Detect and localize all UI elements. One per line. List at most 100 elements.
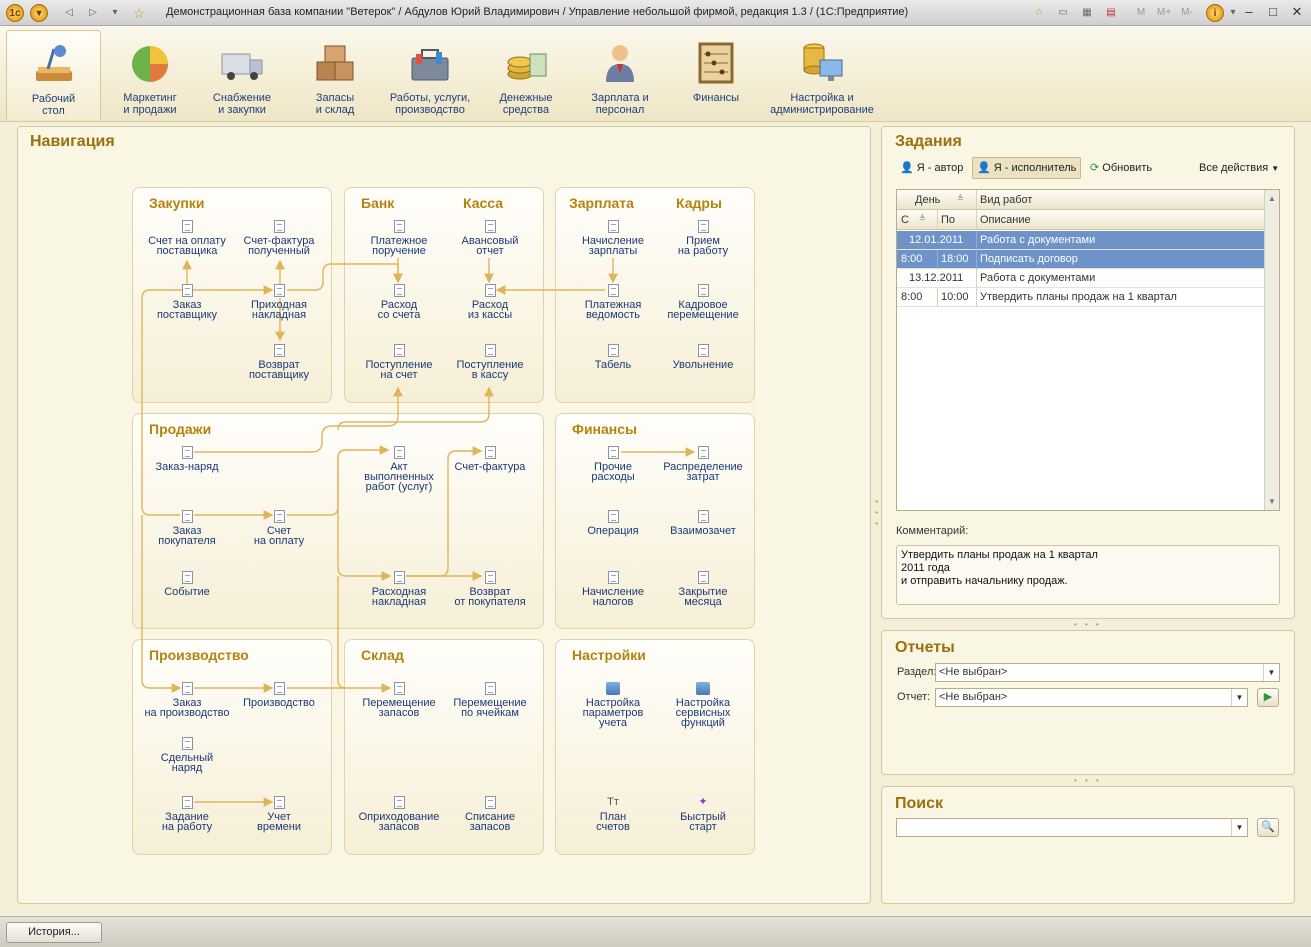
nav-item-uvolnenie[interactable]: Увольнение	[655, 344, 751, 371]
nav-item-oprikhodovanie-zapasov[interactable]: Оприходование запасов	[351, 796, 447, 833]
table-scrollbar[interactable]: ▲ ▼	[1264, 190, 1279, 510]
section-works[interactable]: Работы, услуги, производство	[384, 30, 476, 120]
nav-item-zakaz-naryad[interactable]: Заказ-наряд	[139, 446, 235, 473]
tasks-all-actions-button[interactable]: Все действия ▼	[1195, 157, 1283, 179]
tasks-author-button[interactable]: 👤 Я - автор	[896, 157, 967, 179]
nav-item-prikhodnaya-nakladnaya[interactable]: Приходная накладная	[231, 284, 327, 321]
nav-item-bystryy-start[interactable]: ✦ Быстрый старт	[655, 796, 751, 833]
horizontal-splitter[interactable]: • • •	[1074, 776, 1102, 785]
section-desktop[interactable]: Рабочий стол	[6, 30, 101, 120]
column-header-description[interactable]: Описание	[980, 214, 1031, 226]
nav-item-nastroyka-parametrov-ucheta[interactable]: Настройка параметров учета	[565, 682, 661, 729]
history-dropdown-icon[interactable]: ▾	[106, 4, 124, 22]
tasks-refresh-button[interactable]: ⟳ Обновить	[1086, 157, 1156, 179]
back-arrow-icon[interactable]: ◁	[60, 4, 78, 22]
nav-item-plan-schetov[interactable]: Тт План счетов	[565, 796, 661, 833]
calendar-icon[interactable]: ▤	[1102, 4, 1120, 22]
column-header-from[interactable]: С	[901, 214, 909, 226]
nav-item-raskhodnaya-nakladnaya[interactable]: Расходная накладная	[351, 571, 447, 608]
close-button[interactable]: ✕	[1286, 3, 1308, 21]
calculator-icon[interactable]: ▦	[1078, 4, 1096, 22]
scroll-up-icon[interactable]: ▲	[1268, 194, 1276, 203]
tasks-executor-button[interactable]: 👤 Я - исполнитель	[972, 157, 1082, 179]
nav-item-prochie-raskhody[interactable]: Прочие расходы	[565, 446, 661, 483]
section-supply[interactable]: Снабжение и закупки	[197, 30, 287, 120]
nav-item-schet-faktura-poluchennyy[interactable]: Счет-фактура полученный	[231, 220, 327, 257]
nav-item-vozvrat-postavshchiku[interactable]: Возврат поставщику	[231, 344, 327, 381]
favorites-star-icon[interactable]: ☆	[130, 4, 148, 22]
table-row[interactable]: 12.01.2011 Работа с документами	[897, 231, 1265, 250]
nav-item-akt-vypolnennykh-rabot[interactable]: Акт выполненных работ (услуг)	[351, 446, 447, 493]
run-report-button[interactable]: ▶	[1257, 688, 1279, 707]
nav-item-postuplenie-v-kassu[interactable]: Поступление в кассу	[442, 344, 538, 381]
vertical-splitter[interactable]: • • •	[872, 500, 881, 528]
chevron-down-icon[interactable]: ▼	[1263, 664, 1279, 681]
nav-item-sobytie[interactable]: Событие	[139, 571, 235, 598]
minimize-button[interactable]: –	[1238, 3, 1260, 21]
nav-item-zakrytie-mesyatsa[interactable]: Закрытие месяца	[655, 571, 751, 608]
comment-field[interactable]: Утвердить планы продаж на 1 квартал 2011…	[896, 545, 1280, 605]
nav-item-raskhod-iz-kassy[interactable]: Расход из кассы	[442, 284, 538, 321]
section-marketing[interactable]: Маркетинг и продажи	[105, 30, 195, 120]
nav-item-vzaimozachet[interactable]: Взаимозачет	[655, 510, 751, 537]
history-button[interactable]: История...	[6, 922, 102, 943]
add-favorite-icon[interactable]: ☆	[1030, 4, 1048, 22]
column-header-work-type[interactable]: Вид работ	[980, 194, 1032, 206]
nav-item-nachislenie-nalogov[interactable]: Начисление налогов	[565, 571, 661, 608]
nav-item-tabel[interactable]: Табель	[565, 344, 661, 371]
column-header-to[interactable]: По	[941, 214, 955, 226]
memory-minus-button[interactable]: M-	[1176, 4, 1198, 22]
section-cash[interactable]: Денежные средства	[480, 30, 572, 120]
search-input[interactable]: ▼	[896, 818, 1248, 837]
nav-item-raskhod-so-scheta[interactable]: Расход со счета	[351, 284, 447, 321]
nav-item-operatsiya[interactable]: Операция	[565, 510, 661, 537]
nav-item-raspredelenie-zatrat[interactable]: Распределение затрат	[655, 446, 751, 483]
section-finance[interactable]: Финансы	[670, 30, 762, 120]
table-row[interactable]: 8:00 10:00 Утвердить планы продаж на 1 к…	[897, 288, 1265, 307]
nav-item-schet-faktura[interactable]: Счет-фактура	[442, 446, 538, 473]
nav-item-sdelnyy-naryad[interactable]: Сдельный наряд	[139, 737, 235, 774]
nav-item-nastroyka-servisnykh-funktsiy[interactable]: Настройка сервисных функций	[655, 682, 751, 729]
nav-item-schet-na-oplatu-postavshchika[interactable]: Счет на оплату поставщика	[139, 220, 235, 257]
main-menu-icon[interactable]: ▾	[30, 4, 48, 22]
memory-m-button[interactable]: M	[1132, 4, 1150, 22]
scroll-down-icon[interactable]: ▼	[1268, 497, 1276, 506]
section-admin[interactable]: Настройка и администрирование	[764, 30, 880, 120]
nav-item-avansovyy-otchet[interactable]: Авансовый отчет	[442, 220, 538, 257]
nav-item-zadanie-na-rabotu[interactable]: Задание на работу	[139, 796, 235, 833]
nav-item-proizvodstvo[interactable]: Производство	[231, 682, 327, 709]
nav-item-platezhnaya-vedomost[interactable]: Платежная ведомость	[565, 284, 661, 321]
maximize-button[interactable]: □	[1262, 3, 1284, 21]
nav-item-nachislenie-zarplaty[interactable]: Начисление зарплаты	[565, 220, 661, 257]
search-button[interactable]: 🔍	[1257, 818, 1279, 837]
chevron-down-icon[interactable]: ▼	[1231, 819, 1247, 836]
1c-logo-icon[interactable]: 1с	[6, 4, 24, 22]
nav-item-peremeshchenie-po-yacheykam[interactable]: Перемещение по ячейкам	[442, 682, 538, 719]
nav-item-zakaz-na-proizvodstvo[interactable]: Заказ на производство	[139, 682, 235, 719]
report-select[interactable]: <Не выбран> ▼	[935, 688, 1248, 707]
column-header-day[interactable]: День	[915, 194, 940, 206]
tasks-table[interactable]: День ≜ Вид работ С ≜ По Описание 12.01.2…	[896, 189, 1280, 511]
section-stock[interactable]: Запасы и склад	[290, 30, 380, 120]
forward-arrow-icon[interactable]: ▷	[84, 4, 102, 22]
report-section-select[interactable]: <Не выбран> ▼	[935, 663, 1280, 682]
nav-item-platezhnoe-poruchenie[interactable]: Платежное поручение	[351, 220, 447, 257]
memory-plus-button[interactable]: M+	[1153, 4, 1175, 22]
nav-item-schet-na-oplatu[interactable]: Счет на оплату	[231, 510, 327, 547]
chevron-down-icon[interactable]: ▼	[1231, 689, 1247, 706]
nav-item-spisanie-zapasov[interactable]: Списание запасов	[442, 796, 538, 833]
nav-item-priem-na-rabotu[interactable]: Прием на работу	[655, 220, 751, 257]
print-icon[interactable]: ▭	[1054, 4, 1072, 22]
horizontal-splitter[interactable]: • • •	[1074, 620, 1102, 629]
table-row[interactable]: 8:00 18:00 Подписать договор	[897, 250, 1265, 269]
table-row[interactable]: 13.12.2011 Работа с документами	[897, 269, 1265, 288]
nav-item-zakaz-pokupatelya[interactable]: Заказ покупателя	[139, 510, 235, 547]
nav-item-uchet-vremeni[interactable]: Учет времени	[231, 796, 327, 833]
nav-item-vozvrat-ot-pokupatelya[interactable]: Возврат от покупателя	[442, 571, 538, 608]
info-icon[interactable]: i	[1206, 4, 1224, 22]
nav-item-zakaz-postavshchiku[interactable]: Заказ поставщику	[139, 284, 235, 321]
nav-item-peremeshchenie-zapasov[interactable]: Перемещение запасов	[351, 682, 447, 719]
section-salary[interactable]: Зарплата и персонал	[574, 30, 666, 120]
nav-item-kadrovoe-peremeshchenie[interactable]: Кадровое перемещение	[655, 284, 751, 321]
nav-item-postuplenie-na-schet[interactable]: Поступление на счет	[351, 344, 447, 381]
